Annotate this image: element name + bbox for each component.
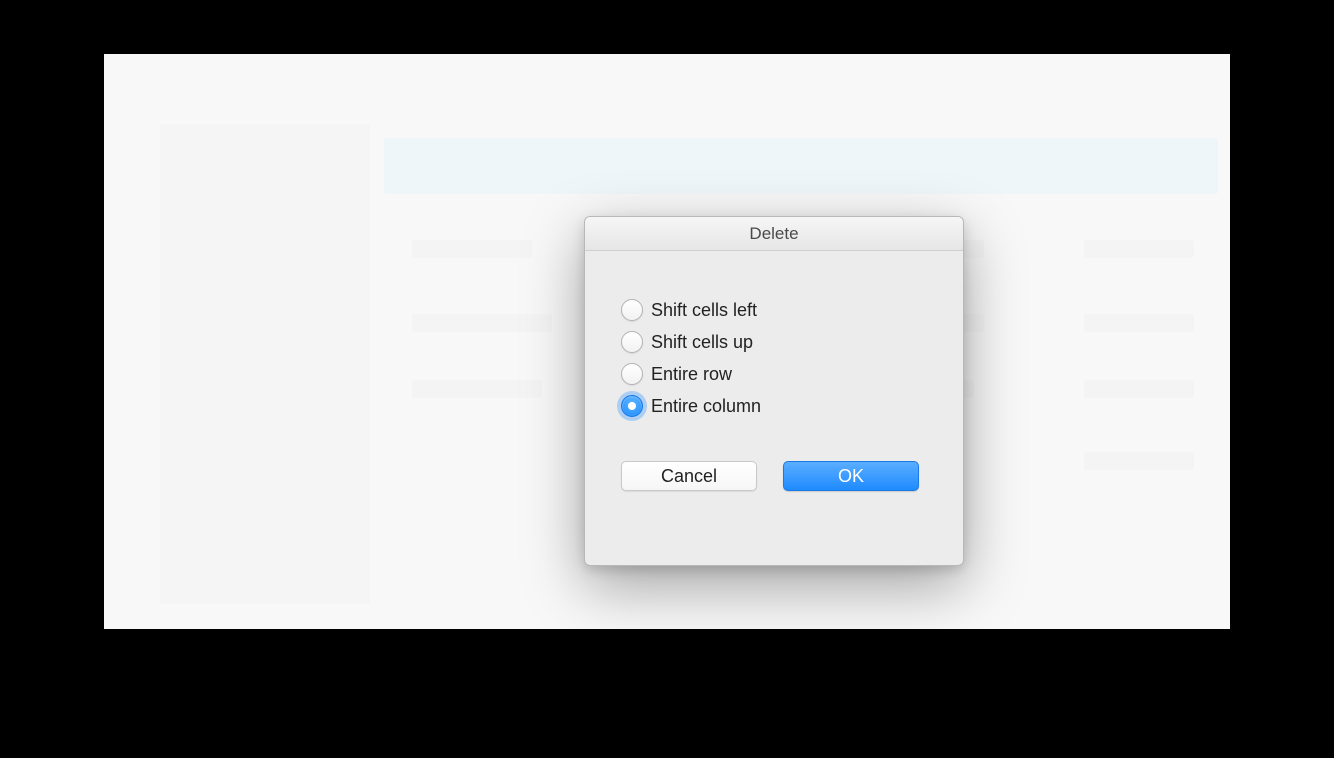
radio-label: Shift cells up (651, 332, 753, 353)
radio-entire-row[interactable]: Entire row (621, 363, 927, 385)
radio-shift-cells-up[interactable]: Shift cells up (621, 331, 927, 353)
radio-button-icon (621, 331, 643, 353)
radio-shift-cells-left[interactable]: Shift cells left (621, 299, 927, 321)
dialog-title: Delete (749, 224, 798, 244)
radio-label: Shift cells left (651, 300, 757, 321)
ok-button-label: OK (838, 466, 864, 487)
dialog-titlebar: Delete (585, 217, 963, 251)
radio-button-icon (621, 395, 643, 417)
dialog-button-row: Cancel OK (621, 461, 927, 491)
radio-entire-column[interactable]: Entire column (621, 395, 927, 417)
cancel-button[interactable]: Cancel (621, 461, 757, 491)
delete-options-radio-group: Shift cells left Shift cells up Entire r… (621, 299, 927, 417)
ok-button[interactable]: OK (783, 461, 919, 491)
delete-dialog: Delete Shift cells left Shift cells up E… (584, 216, 964, 566)
radio-button-icon (621, 363, 643, 385)
radio-label: Entire row (651, 364, 732, 385)
radio-label: Entire column (651, 396, 761, 417)
dialog-body: Shift cells left Shift cells up Entire r… (585, 251, 963, 511)
cancel-button-label: Cancel (661, 466, 717, 487)
app-window: Delete Shift cells left Shift cells up E… (104, 54, 1230, 629)
radio-button-icon (621, 299, 643, 321)
